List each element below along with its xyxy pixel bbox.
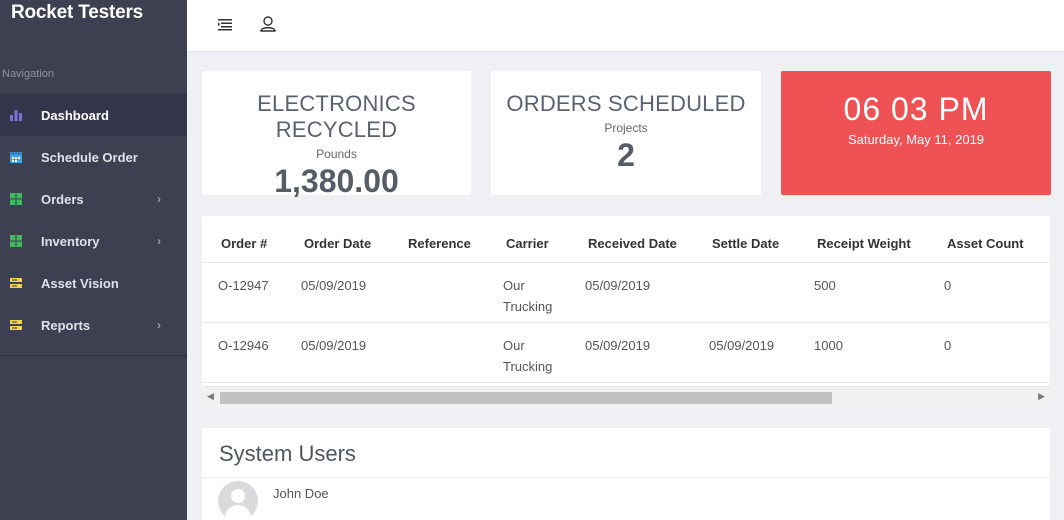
calendar-icon: [9, 150, 23, 164]
cell-carrier: Our Trucking: [503, 338, 553, 374]
orders-table: Order # Order Date Reference Carrier Rec…: [202, 216, 1050, 408]
server-icon: [9, 276, 23, 290]
table-row[interactable]: O-12947 05/09/2019 Our Trucking 05/09/20…: [202, 263, 1050, 323]
cell-carrier: Our Trucking: [503, 278, 553, 314]
sidebar-item-label: Reports: [41, 317, 91, 333]
card-title: ORDERS SCHEDULED: [506, 91, 746, 116]
scroll-right-arrow-icon[interactable]: ▶: [1038, 391, 1045, 402]
column-header-order-number[interactable]: Order #: [221, 236, 267, 251]
user-name[interactable]: John Doe: [273, 486, 329, 501]
card-title: ELECTRONICS RECYCLED: [257, 91, 416, 142]
cell-receipt-weight: 500: [814, 278, 836, 293]
sidebar-item-label: Dashboard: [41, 107, 109, 123]
avatar[interactable]: [218, 481, 258, 520]
column-header-settle-date[interactable]: Settle Date: [712, 236, 779, 251]
grid-icon: [9, 192, 23, 206]
grid-icon: [9, 234, 23, 248]
scrollbar-thumb[interactable]: [220, 392, 832, 404]
chevron-right-icon: ›: [157, 318, 161, 332]
clock-card: 06 03 PM Saturday, May 11, 2019: [781, 71, 1051, 195]
sidebar-item-dashboard[interactable]: Dashboard: [0, 94, 187, 136]
avatar-head-shape: [231, 489, 245, 503]
system-users-title: System Users: [219, 441, 356, 466]
cell-order-date: 05/09/2019: [301, 278, 367, 293]
server-icon: [9, 318, 23, 332]
topbar: [187, 0, 1064, 52]
bar-chart-icon: [9, 108, 23, 122]
cell-asset-count: 0: [944, 338, 952, 353]
table-row[interactable]: O-12946 05/09/2019 Our Trucking 05/09/20…: [202, 323, 1050, 383]
sidebar-item-reports[interactable]: Reports ›: [0, 304, 187, 346]
cell-order-date: 05/09/2019: [301, 338, 367, 353]
sidebar-item-schedule-order[interactable]: Schedule Order: [0, 136, 187, 178]
sidebar-item-asset-vision[interactable]: Asset Vision: [0, 262, 187, 304]
column-header-asset-count[interactable]: Asset Count: [947, 236, 1024, 251]
chevron-right-icon: ›: [157, 192, 161, 206]
avatar-body-shape: [225, 505, 251, 520]
cell-settle-date: 05/09/2019: [709, 338, 775, 353]
column-header-order-date[interactable]: Order Date: [304, 236, 371, 251]
column-header-reference[interactable]: Reference: [408, 236, 471, 251]
cell-asset-count: 0: [944, 278, 952, 293]
menu-icon[interactable]: [215, 14, 235, 34]
sidebar-item-label: Inventory: [41, 233, 100, 249]
horizontal-scrollbar[interactable]: ◀ ▶: [202, 386, 1050, 408]
brand-title[interactable]: Rocket Testers: [0, 0, 187, 52]
clock-time: 06 03 PM: [843, 91, 989, 127]
card-subtitle: Projects: [604, 121, 648, 135]
cell-received-date: 05/09/2019: [585, 278, 651, 293]
cell-receipt-weight: 1000: [814, 338, 843, 353]
sidebar-item-label: Schedule Order: [41, 149, 138, 165]
cell-received-date: 05/09/2019: [585, 338, 651, 353]
orders-scheduled-card: ORDERS SCHEDULED Projects 2: [491, 71, 761, 195]
clock-date: Saturday, May 11, 2019: [847, 132, 985, 147]
cell-order-number: O-12947: [218, 278, 269, 293]
column-header-carrier[interactable]: Carrier: [506, 236, 549, 251]
scroll-left-arrow-icon[interactable]: ◀: [207, 391, 214, 402]
sidebar-item-inventory[interactable]: Inventory ›: [0, 220, 187, 262]
card-value: 1,380.00: [274, 163, 399, 199]
divider: [202, 477, 1050, 478]
system-users-panel: System Users John Doe: [202, 428, 1050, 520]
electronics-recycled-card: ELECTRONICS RECYCLED Pounds 1,380.00: [202, 71, 471, 199]
nav-heading: Navigation: [2, 68, 54, 80]
nav-divider: [0, 355, 187, 356]
column-header-received-date[interactable]: Received Date: [588, 236, 677, 251]
table-header: Order # Order Date Reference Carrier Rec…: [202, 216, 1050, 263]
user-icon[interactable]: [258, 14, 278, 34]
cell-order-number: O-12946: [218, 338, 269, 353]
column-header-receipt-weight[interactable]: Receipt Weight: [817, 236, 911, 251]
nav-list: Dashboard Schedule Order Orders › Invent…: [0, 94, 187, 346]
sidebar-item-orders[interactable]: Orders ›: [0, 178, 187, 220]
card-subtitle: Pounds: [316, 147, 357, 161]
sidebar-item-label: Orders: [41, 191, 84, 207]
card-value: 2: [617, 137, 635, 173]
sidebar-item-label: Asset Vision: [41, 275, 119, 291]
chevron-right-icon: ›: [157, 234, 161, 248]
sidebar: Rocket Testers Navigation Dashboard Sche…: [0, 0, 187, 520]
